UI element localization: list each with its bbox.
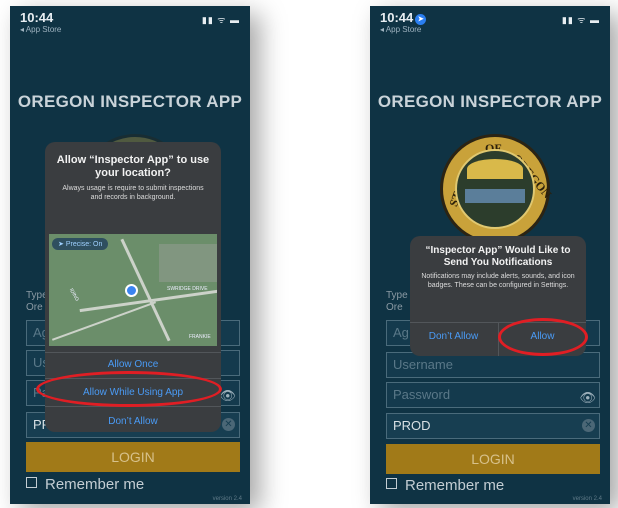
- status-time: 10:44 ➤: [380, 10, 427, 25]
- remember-me-checkbox[interactable]: [26, 477, 37, 488]
- seal-eagle: [467, 159, 523, 179]
- status-time: 10:44: [20, 10, 54, 25]
- highlight-annotation: [36, 371, 222, 407]
- remember-me-label: Remember me: [405, 477, 505, 494]
- password-field[interactable]: Password 👁: [386, 382, 600, 408]
- location-map[interactable]: ➤ Precise: On SWRIDGE DRIVE IDING FRANKI…: [49, 234, 217, 346]
- oregon-seal-logo: OF STATE OREGON: [440, 134, 555, 244]
- seal-water: [465, 189, 525, 203]
- remember-me-option[interactable]: Remember me: [386, 477, 504, 494]
- precise-location-toggle[interactable]: ➤ Precise: On: [52, 238, 109, 250]
- dialog-message: Always usage is require to submit inspec…: [62, 185, 204, 201]
- current-location-dot: [125, 284, 138, 297]
- clear-field-icon[interactable]: ✕: [222, 418, 235, 431]
- seal-inner: [455, 149, 535, 229]
- map-street-label: FRANKIE: [189, 334, 211, 340]
- back-to-app-store-link[interactable]: ◂ App Store: [20, 25, 61, 34]
- environment-value: PROD: [393, 418, 431, 433]
- environment-field[interactable]: PROD ✕: [386, 413, 600, 439]
- version-label: version 2.4: [212, 496, 242, 502]
- precise-label: Precise: On: [65, 241, 103, 248]
- dialog-message: Notifications may include alerts, sounds…: [421, 273, 575, 289]
- login-button[interactable]: LOGIN: [386, 444, 600, 474]
- back-to-app-store-link[interactable]: ◂ App Store: [380, 25, 421, 34]
- phone-screen-notification-permission: 10:44 ➤ ◂ App Store ▮▮ ᯤ ▬ OREGON INSPECT…: [370, 6, 610, 504]
- show-password-icon[interactable]: 👁: [579, 386, 596, 410]
- status-icons: ▮▮ ᯤ ▬: [561, 15, 600, 25]
- dont-allow-location-button[interactable]: Don’t Allow: [45, 416, 221, 427]
- remember-me-option[interactable]: Remember me: [26, 476, 144, 493]
- highlight-annotation: [498, 318, 588, 356]
- password-placeholder: Password: [393, 387, 451, 402]
- allow-once-button[interactable]: Allow Once: [45, 359, 221, 370]
- map-street-label: IDING: [67, 287, 81, 303]
- dialog-title: Allow “Inspector App” to use your locati…: [56, 154, 210, 179]
- version-label: version 2.4: [572, 496, 602, 502]
- app-title: OREGON INSPECTOR APP: [17, 92, 243, 111]
- map-neighborhood: [159, 244, 217, 282]
- app-title: OREGON INSPECTOR APP: [377, 92, 603, 111]
- phone-screen-location-permission: 10:44 ◂ App Store ▮▮ ᯤ ▬ OREGON INSPECTO…: [10, 6, 250, 504]
- location-arrow-icon: ➤: [415, 14, 427, 25]
- status-time-text: 10:44: [380, 10, 414, 25]
- remember-me-checkbox[interactable]: [386, 478, 397, 489]
- type-label: Type Ore: [386, 290, 408, 313]
- dont-allow-notifications-button[interactable]: Don’t Allow: [410, 331, 497, 342]
- remember-me-label: Remember me: [45, 476, 145, 493]
- map-street-label: SWRIDGE DRIVE: [167, 286, 208, 292]
- login-button[interactable]: LOGIN: [26, 442, 240, 472]
- status-icons: ▮▮ ᯤ ▬: [201, 15, 240, 25]
- dialog-title: “Inspector App” Would Like to Send You N…: [425, 245, 571, 268]
- divider: [45, 352, 221, 353]
- clear-field-icon[interactable]: ✕: [582, 419, 595, 432]
